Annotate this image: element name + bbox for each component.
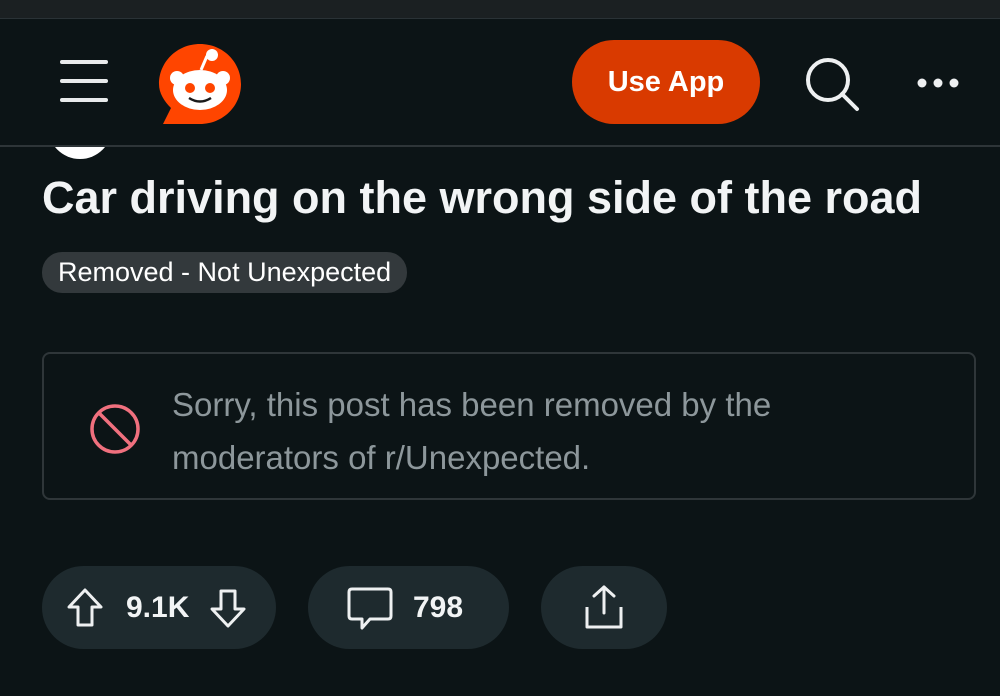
reddit-logo-icon[interactable] [155,38,245,128]
removed-notice-text: Sorry, this post has been removed by the… [172,386,772,476]
share-button[interactable] [541,566,667,649]
vote-count: 9.1K [126,590,190,624]
search-icon[interactable] [802,54,862,114]
post-flair[interactable]: Removed - Not Unexpected [42,252,408,293]
removed-notice: Sorry, this post has been removed by the… [42,352,976,500]
hamburger-line [60,79,108,83]
more-options-icon[interactable] [912,64,964,104]
header-divider [0,145,1000,147]
comment-icon [346,584,394,632]
share-icon [579,583,629,633]
post-title[interactable]: Car driving on the wrong side of the roa… [42,170,982,226]
hamburger-line [60,98,108,102]
comment-count: 798 [413,590,464,624]
use-app-button[interactable]: Use App [572,40,760,124]
vote-bar: 9.1K [42,566,276,649]
hamburger-menu-icon[interactable] [58,58,110,104]
hamburger-line [60,60,108,64]
ban-icon [88,402,142,456]
browser-top-strip [0,0,1000,19]
downvote-icon[interactable] [207,587,249,629]
page: Use App Car driving on the wrong side of… [0,0,1000,696]
comment-button[interactable]: 798 [308,566,509,649]
upvote-icon[interactable] [64,587,106,629]
